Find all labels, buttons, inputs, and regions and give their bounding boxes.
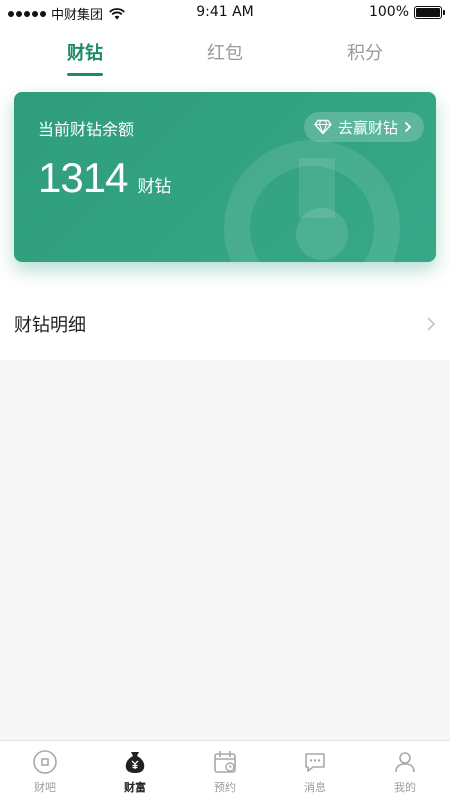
tabbar-item-caifu[interactable]: 财富 — [100, 749, 170, 795]
balance-label: 当前财钻余额 — [38, 120, 135, 139]
status-right: 100% — [368, 4, 445, 20]
card-decoration-dot — [296, 208, 348, 260]
money-bag-icon — [122, 749, 148, 775]
balance-unit: 财钻 — [137, 177, 172, 197]
diamond-icon — [314, 119, 332, 135]
tabbar-item-xiaoxi[interactable]: 消息 — [280, 749, 350, 795]
balance-card: 当前财钻余额 去赢财钻 1314 财钻 — [14, 92, 436, 262]
tabbar-label: 消息 — [304, 781, 326, 794]
tabbar-label: 财吧 — [34, 781, 56, 794]
win-caizuan-button[interactable]: 去赢财钻 — [303, 112, 424, 142]
user-icon — [392, 749, 418, 775]
balance-amount: 1314 — [38, 154, 128, 201]
battery-fill — [416, 7, 440, 17]
chevron-right-icon — [404, 121, 412, 133]
battery-percent: 100% — [368, 4, 409, 20]
tabbar-item-wode[interactable]: 我的 — [370, 749, 440, 795]
detail-label: 财钻明细 — [14, 315, 86, 336]
top-tabs: 财钻 红包 积分 — [40, 36, 410, 80]
tabbar-label: 预约 — [214, 781, 236, 794]
tab-jifen[interactable]: 积分 — [320, 36, 410, 80]
calendar-icon — [212, 749, 238, 775]
coin-icon — [32, 749, 58, 775]
caizuan-detail-row[interactable]: 财钻明细 — [0, 300, 450, 348]
tab-caizuan[interactable]: 财钻 — [40, 36, 130, 80]
message-icon — [302, 749, 328, 775]
chevron-right-icon — [427, 317, 436, 331]
status-bar: 中财集团 9:41 AM 100% — [0, 0, 450, 26]
win-caizuan-label: 去赢财钻 — [337, 118, 398, 137]
bottom-tab-bar: 财吧 财富 预约 消息 我的 — [0, 740, 450, 800]
tabbar-item-yuyue[interactable]: 预约 — [190, 749, 260, 795]
tab-hongbao[interactable]: 红包 — [180, 36, 270, 80]
battery-icon — [414, 5, 445, 19]
tabbar-item-caiba[interactable]: 财吧 — [10, 749, 80, 795]
balance-amount-row: 1314 财钻 — [38, 154, 171, 202]
tabbar-label: 财富 — [124, 781, 146, 794]
tabbar-label: 我的 — [394, 781, 416, 794]
